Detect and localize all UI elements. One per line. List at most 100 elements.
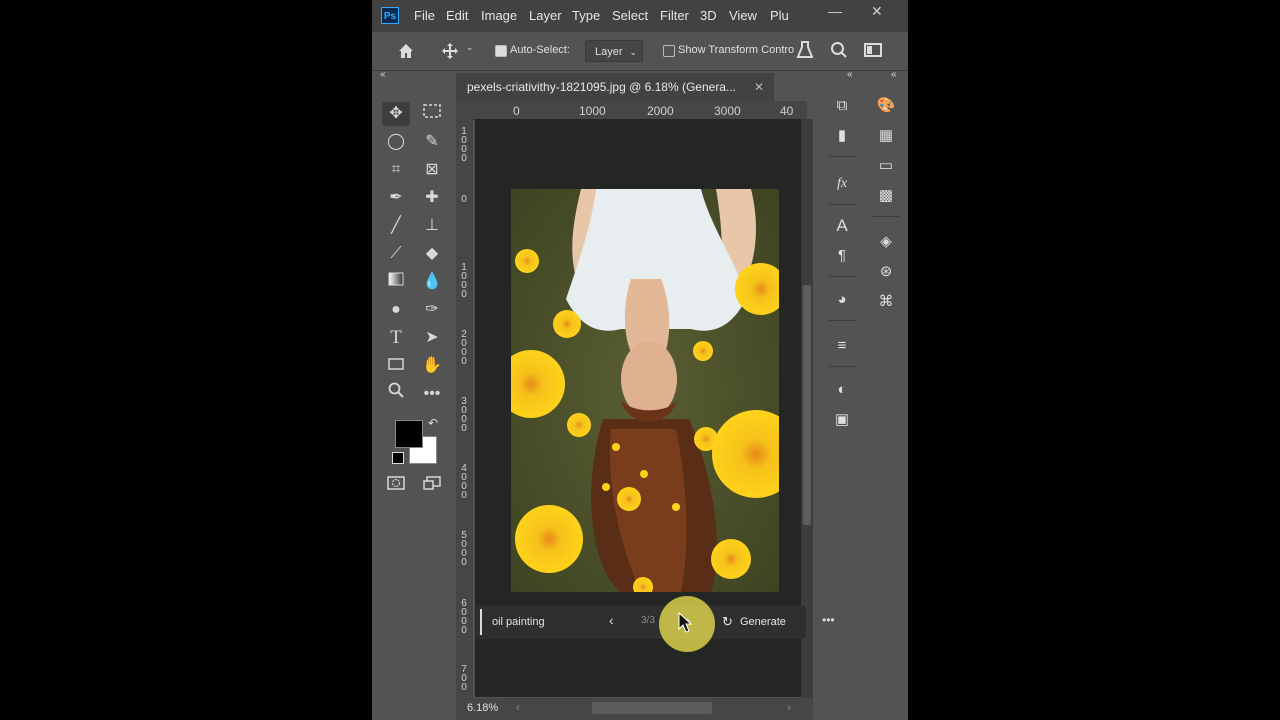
healing-brush-tool-icon[interactable]: ✚ bbox=[418, 186, 446, 210]
status-bar: 6.18% ‹ › bbox=[456, 698, 813, 720]
comments-icon[interactable]: ▮ bbox=[822, 124, 862, 148]
ruler-label: 6000 bbox=[461, 598, 467, 636]
vertical-ruler[interactable]: 1000 0 1000 2000 3000 4000 5000 6000 700 bbox=[456, 119, 473, 699]
close-window-button[interactable]: ✕ bbox=[871, 3, 883, 20]
menu-type[interactable]: Type bbox=[572, 8, 600, 23]
dropdown-value: Layer bbox=[595, 46, 623, 58]
prompt-input[interactable]: oil painting bbox=[480, 609, 590, 635]
auto-select-target-dropdown[interactable]: Layer ⌄ bbox=[585, 40, 643, 62]
panel-separator bbox=[872, 216, 900, 217]
dodge-tool-icon[interactable]: ● bbox=[382, 298, 410, 322]
document-window: pexels-criativithy-1821095.jpg @ 6.18% (… bbox=[456, 70, 835, 720]
previous-variation-icon[interactable]: ‹ bbox=[609, 612, 614, 628]
history-icon[interactable]: ⧉ bbox=[822, 94, 862, 118]
color-palette-icon[interactable]: 🎨 bbox=[866, 94, 906, 118]
move-tool-icon[interactable] bbox=[440, 41, 460, 61]
scroll-right-icon[interactable]: › bbox=[787, 700, 791, 714]
search-icon[interactable] bbox=[830, 41, 848, 59]
crop-tool-icon[interactable]: ⌗ bbox=[382, 158, 410, 182]
menu-select[interactable]: Select bbox=[612, 8, 648, 23]
paragraph-icon[interactable]: ¶ bbox=[822, 244, 862, 268]
type-tool-icon[interactable]: T bbox=[382, 326, 410, 350]
zoom-tool-icon[interactable] bbox=[382, 382, 410, 406]
horizontal-ruler[interactable]: 0 1000 2000 3000 40 bbox=[473, 101, 807, 120]
menu-filter[interactable]: Filter bbox=[660, 8, 689, 23]
panel-separator bbox=[828, 276, 856, 277]
history-brush-tool-icon[interactable]: ⟋ bbox=[382, 242, 410, 266]
path-selection-tool-icon[interactable]: ➤ bbox=[418, 326, 446, 350]
move-tool-icon[interactable]: ✥ bbox=[382, 102, 410, 126]
ruler-label: 2000 bbox=[461, 329, 467, 367]
menu-file[interactable]: File bbox=[414, 8, 435, 23]
hand-tool-icon[interactable]: ✋ bbox=[418, 354, 446, 378]
scrollbar-thumb[interactable] bbox=[803, 285, 811, 525]
eyedropper-tool-icon[interactable]: ✒ bbox=[382, 186, 410, 210]
gradients-icon[interactable]: ▭ bbox=[866, 154, 906, 178]
quick-mask-icon[interactable] bbox=[382, 474, 410, 498]
menu-image[interactable]: Image bbox=[481, 8, 517, 23]
swap-colors-icon[interactable]: ↶ bbox=[428, 416, 438, 430]
ruler-origin[interactable] bbox=[456, 101, 473, 119]
close-icon[interactable]: ✕ bbox=[754, 73, 764, 101]
collapse-panel-icon[interactable]: « bbox=[891, 69, 897, 80]
scroll-left-icon[interactable]: ‹ bbox=[516, 700, 520, 714]
quick-selection-tool-icon[interactable]: ✎ bbox=[418, 130, 446, 154]
properties-icon[interactable]: ◕ bbox=[822, 288, 862, 312]
flask-icon[interactable] bbox=[796, 40, 814, 60]
ruler-label: 3000 bbox=[461, 396, 467, 434]
contextual-task-bar: oil painting ‹ 3/3 › ↻ Generate ••• bbox=[476, 605, 835, 639]
layers-icon[interactable]: ◈ bbox=[866, 230, 906, 254]
menu-plugins[interactable]: Plu bbox=[770, 8, 789, 23]
minimize-button[interactable]: — bbox=[828, 3, 842, 19]
pen-tool-icon[interactable]: ✑ bbox=[418, 298, 446, 322]
chevron-down-icon[interactable]: ⌄ bbox=[466, 42, 474, 53]
home-icon[interactable] bbox=[396, 41, 416, 61]
panel-separator bbox=[828, 204, 856, 205]
more-options-icon[interactable]: ••• bbox=[822, 613, 835, 627]
gradient-tool-icon[interactable] bbox=[382, 270, 410, 294]
fx-icon[interactable]: fx bbox=[822, 172, 862, 196]
screen-mode-icon[interactable] bbox=[418, 474, 446, 498]
generate-label: Generate bbox=[740, 616, 786, 628]
menu-view[interactable]: View bbox=[729, 8, 757, 23]
workspace-icon[interactable] bbox=[864, 42, 882, 58]
swatches-icon[interactable]: ▦ bbox=[866, 124, 906, 148]
variation-counter: 3/3 bbox=[641, 615, 655, 626]
photo-image[interactable] bbox=[511, 189, 779, 592]
adjustments-icon[interactable]: ≡ bbox=[822, 334, 862, 358]
character-icon[interactable]: A bbox=[822, 214, 862, 238]
menu-3d[interactable]: 3D bbox=[700, 8, 717, 23]
more-tools-icon[interactable]: ••• bbox=[418, 382, 446, 406]
generate-button[interactable]: ↻ Generate bbox=[722, 609, 796, 635]
patterns-icon[interactable]: ▩ bbox=[866, 184, 906, 208]
show-transform-checkbox[interactable] bbox=[663, 45, 675, 57]
lasso-tool-icon[interactable]: ◯ bbox=[382, 130, 410, 154]
libraries-icon[interactable]: ▣ bbox=[822, 408, 862, 432]
ruler-label: 40 bbox=[780, 104, 794, 118]
menu-edit[interactable]: Edit bbox=[446, 8, 468, 23]
panel-separator bbox=[828, 320, 856, 321]
foreground-color-swatch[interactable] bbox=[395, 420, 423, 448]
default-colors-icon[interactable] bbox=[392, 452, 404, 464]
paths-icon[interactable]: ⌘ bbox=[866, 290, 906, 314]
rectangle-tool-icon[interactable] bbox=[382, 354, 410, 378]
menu-layer[interactable]: Layer bbox=[529, 8, 562, 23]
contrast-icon[interactable]: ◐ bbox=[822, 378, 862, 402]
horizontal-scrollbar-thumb[interactable] bbox=[592, 702, 712, 714]
document-tab[interactable]: pexels-criativithy-1821095.jpg @ 6.18% (… bbox=[456, 73, 774, 101]
zoom-level[interactable]: 6.18% bbox=[467, 702, 498, 714]
brush-tool-icon[interactable]: ╱ bbox=[382, 214, 410, 238]
collapse-panel-icon[interactable]: « bbox=[847, 69, 853, 80]
auto-select-checkbox[interactable] bbox=[495, 45, 507, 57]
frame-tool-icon[interactable]: ⊠ bbox=[418, 158, 446, 182]
panel-separator bbox=[828, 156, 856, 157]
marquee-tool-icon[interactable] bbox=[418, 102, 446, 126]
ruler-label: 1000 bbox=[579, 104, 606, 118]
clone-stamp-tool-icon[interactable]: ⊥ bbox=[418, 214, 446, 238]
channels-icon[interactable]: ⊛ bbox=[866, 260, 906, 284]
collapse-toolbar-icon[interactable]: « bbox=[380, 69, 386, 80]
show-transform-label: Show Transform Contro bbox=[678, 44, 795, 56]
eraser-tool-icon[interactable]: ◆ bbox=[418, 242, 446, 266]
blur-tool-icon[interactable]: 💧 bbox=[418, 270, 446, 294]
auto-select-label: Auto-Select: bbox=[510, 44, 570, 56]
